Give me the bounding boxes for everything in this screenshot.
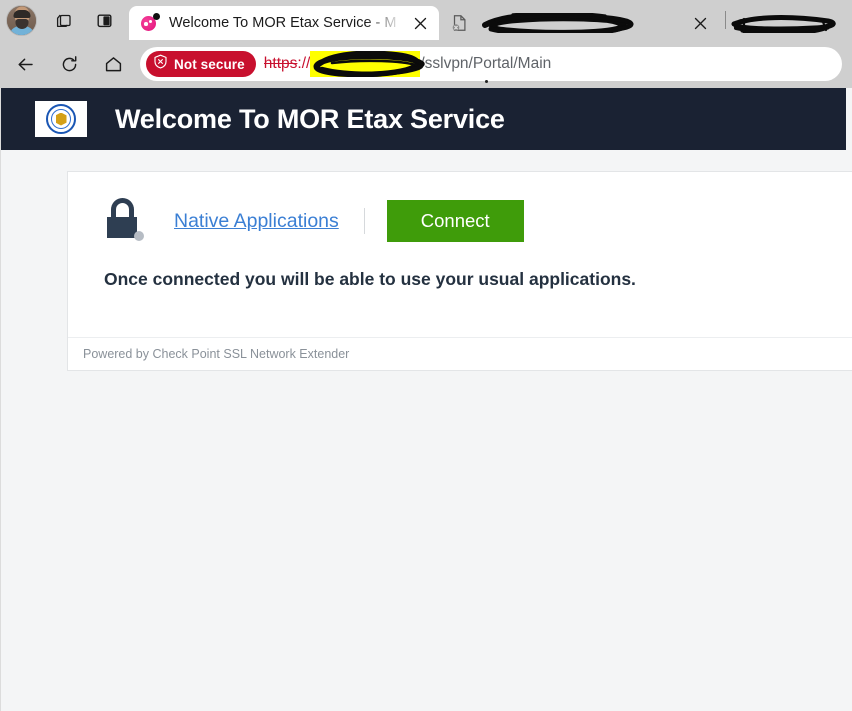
- site-header: Welcome To MOR Etax Service: [1, 88, 846, 150]
- card-description: Once connected you will be able to use y…: [104, 269, 636, 289]
- tab-groups-icon[interactable]: [51, 7, 77, 33]
- tab-welcome-mor-etax[interactable]: Welcome To MOR Etax Service - M: [129, 6, 439, 40]
- avatar[interactable]: [6, 4, 37, 36]
- open-padlock-icon: [104, 198, 148, 244]
- connect-button[interactable]: Connect: [386, 199, 524, 243]
- text-caret: [485, 80, 488, 83]
- divider: [363, 208, 365, 234]
- browser-chrome: Welcome To MOR Etax Service - M Not secu…: [0, 0, 852, 88]
- split-screen-icon[interactable]: [91, 7, 117, 33]
- sslvpn-card: Native Applications Connect Once connect…: [67, 171, 852, 371]
- redacted-tab-title-2: [730, 13, 844, 33]
- tab-strip: Welcome To MOR Etax Service - M: [0, 0, 852, 40]
- url-path: /sslvpn/Portal/Main: [420, 55, 552, 72]
- shield-warning-icon: [153, 54, 168, 74]
- redacted-tab-title: [477, 13, 685, 33]
- card-footer: Powered by Check Point SSL Network Exten…: [68, 337, 852, 370]
- tabs-area: Welcome To MOR Etax Service - M: [129, 0, 852, 40]
- status-badge[interactable]: Not secure: [146, 51, 256, 77]
- url-scheme: https: [263, 55, 298, 72]
- broken-document-icon: [451, 14, 469, 32]
- tab-close-icon[interactable]: [409, 12, 431, 34]
- page-title: Welcome To MOR Etax Service: [115, 103, 505, 134]
- tab-redacted-1[interactable]: [439, 6, 719, 40]
- avatar-hair: [13, 10, 30, 19]
- tab-close-icon[interactable]: [689, 12, 711, 34]
- government-seal-logo: [35, 101, 87, 137]
- home-icon[interactable]: [96, 47, 130, 81]
- content-area: Native Applications Connect Once connect…: [1, 150, 852, 371]
- tab-separator: [725, 11, 726, 29]
- redacted-hostname: [310, 51, 426, 77]
- pink-circle-favicon: [141, 13, 160, 32]
- status-badge-label: Not secure: [174, 56, 245, 72]
- back-arrow-icon[interactable]: [8, 47, 42, 81]
- native-applications-link[interactable]: Native Applications: [174, 210, 339, 233]
- reload-icon[interactable]: [52, 47, 86, 81]
- url-text[interactable]: https :// /sslvpn/Portal/Main: [264, 51, 551, 77]
- navigation-toolbar: Not secure https :// /sslvpn/Portal/Main: [0, 40, 852, 88]
- tab-redacted-2[interactable]: [728, 6, 852, 40]
- address-bar[interactable]: Not secure https :// /sslvpn/Portal/Main: [140, 47, 842, 83]
- tab-title: Welcome To MOR Etax Service - M: [169, 15, 397, 31]
- page-viewport: Welcome To MOR Etax Service Native Appli…: [0, 88, 852, 711]
- notification-dot-icon: [153, 13, 160, 20]
- card-action-row: Native Applications Connect: [68, 196, 852, 246]
- seal-icon: [46, 104, 76, 134]
- chrome-left-icons: [0, 0, 117, 40]
